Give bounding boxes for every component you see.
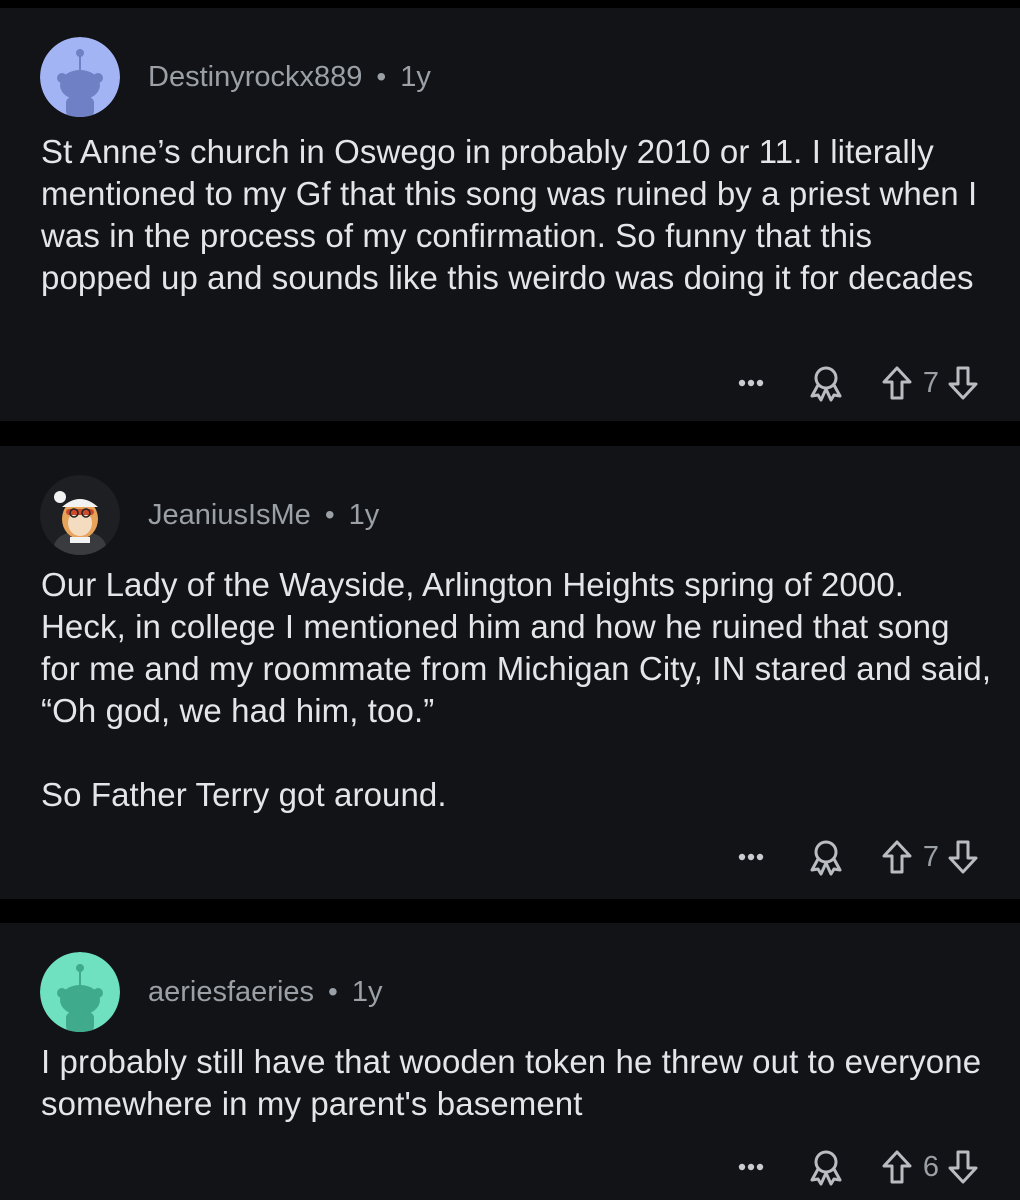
more-options-icon[interactable]	[736, 842, 766, 872]
comment-card: JeaniusIsMe • 1y Our Lady of the Wayside…	[0, 446, 1020, 899]
downvote-arrow-icon[interactable]	[946, 837, 980, 877]
username[interactable]: aeriesfaeries	[148, 976, 314, 1009]
avatar[interactable]	[40, 952, 120, 1032]
comment-card: Destinyrockx889 • 1y St Anne’s church in…	[0, 8, 1020, 421]
meta-separator: •	[324, 499, 335, 530]
comment-age: 1y	[351, 975, 383, 1008]
comment-card: aeriesfaeries • 1y I probably still have…	[0, 923, 1020, 1200]
comment-body: Our Lady of the Wayside, Arlington Heigh…	[41, 566, 992, 813]
vote-score: 6	[922, 1150, 940, 1183]
snoo-avatar-icon	[40, 952, 120, 1032]
upvote-arrow-icon[interactable]	[880, 837, 914, 877]
custom-avatar-icon	[40, 475, 120, 555]
comment-body: St Anne’s church in Oswego in probably 2…	[41, 133, 987, 296]
comment-age: 1y	[400, 60, 431, 93]
award-icon[interactable]	[806, 1147, 846, 1187]
comment-actions: 7	[736, 835, 980, 879]
downvote-arrow-icon[interactable]	[946, 363, 980, 403]
avatar[interactable]	[40, 475, 120, 555]
comment-body: I probably still have that wooden token …	[41, 1043, 991, 1122]
more-options-icon[interactable]	[736, 368, 766, 398]
award-icon[interactable]	[806, 837, 846, 877]
vote-score: 7	[922, 366, 940, 399]
comment-header: Destinyrockx889 • 1y	[40, 37, 431, 117]
downvote-arrow-icon[interactable]	[946, 1147, 980, 1187]
username[interactable]: JeaniusIsMe	[148, 499, 311, 532]
comment-age: 1y	[348, 498, 380, 531]
meta-separator: •	[376, 61, 387, 92]
username[interactable]: Destinyrockx889	[148, 61, 362, 94]
comment-feed: Destinyrockx889 • 1y St Anne’s church in…	[0, 0, 1020, 1200]
upvote-arrow-icon[interactable]	[880, 363, 914, 403]
snoo-avatar-icon	[40, 37, 120, 117]
comment-header: aeriesfaeries • 1y	[40, 952, 382, 1032]
comment-actions: 7	[736, 361, 980, 405]
vote-score: 7	[922, 840, 940, 873]
comment-header: JeaniusIsMe • 1y	[40, 475, 379, 555]
avatar[interactable]	[40, 37, 120, 117]
award-icon[interactable]	[806, 363, 846, 403]
comment-actions: 6	[736, 1145, 980, 1189]
upvote-arrow-icon[interactable]	[880, 1147, 914, 1187]
meta-separator: •	[328, 976, 338, 1007]
more-options-icon[interactable]	[736, 1152, 766, 1182]
